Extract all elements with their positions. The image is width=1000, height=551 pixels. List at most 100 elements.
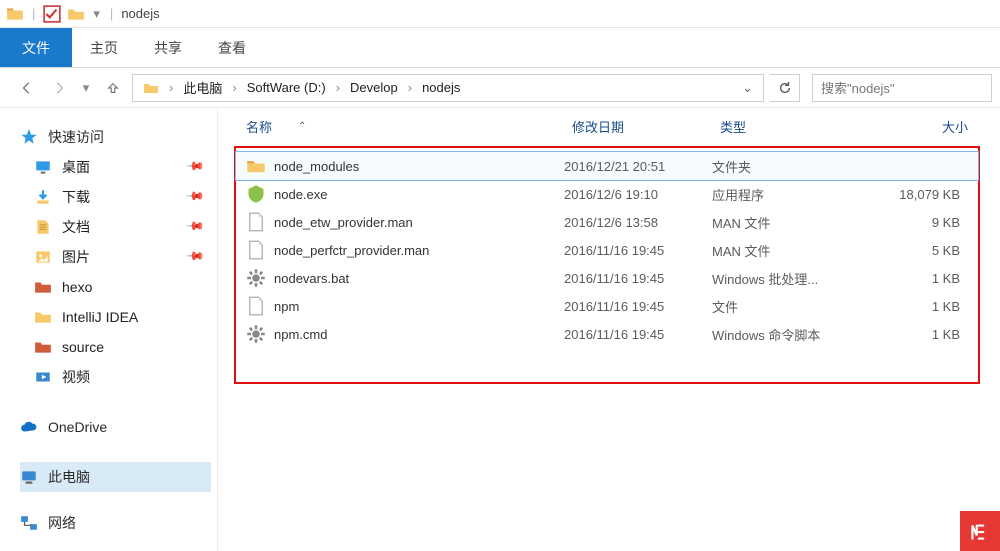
star-icon: [20, 128, 38, 146]
file-row[interactable]: node_modules 2016/12/21 20:51文件夹: [236, 152, 978, 180]
search-placeholder: 搜索"nodejs": [821, 78, 895, 97]
chevron-down-icon[interactable]: ▾: [91, 6, 102, 22]
file-size: 1 KB: [860, 299, 960, 314]
file-date: 2016/11/16 19:45: [564, 299, 712, 314]
sidebar-item[interactable]: 图片📌: [20, 242, 211, 272]
file-name: node_perfctr_provider.man: [274, 243, 429, 258]
network-icon: [20, 514, 38, 532]
file-date: 2016/12/6 19:10: [564, 187, 712, 202]
file-name: node.exe: [274, 187, 328, 202]
chevron-right-icon[interactable]: ›: [406, 80, 414, 95]
file-row[interactable]: nodevars.bat2016/11/16 19:45Windows 批处理.…: [236, 264, 978, 292]
sidebar-network[interactable]: 网络: [20, 508, 211, 538]
tab-file[interactable]: 文件: [0, 28, 72, 67]
nav-recent-button[interactable]: ▾: [78, 75, 94, 101]
file-list: 名称 ⌃ 修改日期 类型 大小 node_modules 2016/12/21 2…: [218, 108, 1000, 551]
sidebar-this-pc[interactable]: 此电脑: [20, 462, 211, 492]
separator: |: [32, 6, 35, 21]
file-row[interactable]: npm.cmd2016/11/16 19:45Windows 命令脚本1 KB: [236, 320, 978, 348]
gear-icon: [246, 268, 266, 288]
sidebar-quick-access[interactable]: 快速访问: [20, 122, 211, 152]
sidebar-item[interactable]: hexo: [20, 272, 211, 302]
file-size: 1 KB: [860, 271, 960, 286]
file-row[interactable]: node_etw_provider.man2016/12/6 13:58MAN …: [236, 208, 978, 236]
download-icon: [34, 188, 52, 206]
desktop-icon: [34, 158, 52, 176]
folder-red-icon: [34, 338, 52, 356]
file-name: node_modules: [274, 159, 359, 174]
address-bar[interactable]: › 此电脑 › SoftWare (D:) › Develop › nodejs…: [132, 74, 764, 102]
folder-icon: [246, 156, 266, 176]
breadcrumb-item[interactable]: 此电脑: [177, 75, 228, 101]
file-date: 2016/11/16 19:45: [564, 327, 712, 342]
nav-bar: ▾ › 此电脑 › SoftWare (D:) › Develop › node…: [0, 68, 1000, 108]
cloud-icon: [20, 418, 38, 436]
file-icon: [246, 296, 266, 316]
breadcrumb-item[interactable]: Develop: [344, 75, 404, 101]
sidebar-label: 网络: [48, 513, 76, 533]
file-row[interactable]: node_perfctr_provider.man 2016/11/16 19:4…: [236, 236, 978, 264]
sidebar-item[interactable]: 视频: [20, 362, 211, 392]
column-header-date[interactable]: 修改日期: [572, 117, 720, 136]
nav-forward-button[interactable]: [46, 75, 72, 101]
file-type: 文件: [712, 297, 860, 316]
exe-icon: [246, 184, 266, 204]
checkbox-icon[interactable]: [43, 5, 61, 23]
file-date: 2016/11/16 19:45: [564, 243, 712, 258]
highlight-box: node_modules 2016/12/21 20:51文件夹 node.exe 2…: [234, 146, 980, 384]
nav-back-button[interactable]: [14, 75, 40, 101]
sidebar-item-label: IntelliJ IDEA: [62, 309, 138, 325]
column-header-size[interactable]: 大小: [868, 117, 968, 136]
file-row[interactable]: npm 2016/11/16 19:45文件1 KB: [236, 292, 978, 320]
picture-icon: [34, 248, 52, 266]
file-date: 2016/12/21 20:51: [564, 159, 712, 174]
pin-icon: 📌: [185, 246, 205, 266]
tab-share[interactable]: 共享: [136, 28, 200, 67]
file-icon: [246, 212, 266, 232]
chevron-right-icon[interactable]: ›: [230, 80, 238, 95]
chevron-right-icon[interactable]: ›: [167, 80, 175, 95]
folder-yellow-icon: [34, 308, 52, 326]
sidebar-item-label: hexo: [62, 279, 92, 295]
pin-icon: 📌: [185, 156, 205, 176]
folder-small-icon[interactable]: [67, 5, 85, 23]
watermark-logo: [960, 511, 1000, 551]
sidebar-item-label: source: [62, 339, 104, 355]
chevron-right-icon[interactable]: ›: [334, 80, 342, 95]
sidebar-item[interactable]: 下载📌: [20, 182, 211, 212]
file-type: Windows 批处理...: [712, 269, 860, 288]
computer-icon: [20, 468, 38, 486]
breadcrumb-item[interactable]: SoftWare (D:): [241, 75, 332, 101]
sidebar-label: 快速访问: [48, 127, 104, 147]
refresh-button[interactable]: [770, 74, 800, 102]
video-icon: [34, 368, 52, 386]
search-input[interactable]: 搜索"nodejs": [812, 74, 992, 102]
sidebar-item[interactable]: 桌面 📌: [20, 152, 211, 182]
breadcrumb-root-icon[interactable]: [137, 75, 165, 101]
breadcrumb-item[interactable]: nodejs: [416, 75, 466, 101]
sidebar-label: 此电脑: [48, 467, 90, 487]
file-name: node_etw_provider.man: [274, 215, 413, 230]
sidebar-item[interactable]: source: [20, 332, 211, 362]
sidebar-item-label: 下载: [62, 187, 90, 207]
tab-view[interactable]: 查看: [200, 28, 264, 67]
column-header-name[interactable]: 名称 ⌃: [246, 117, 572, 136]
file-date: 2016/12/6 13:58: [564, 215, 712, 230]
file-name: nodevars.bat: [274, 271, 349, 286]
file-row[interactable]: node.exe 2016/12/6 19:10应用程序18,079 KB: [236, 180, 978, 208]
tab-home[interactable]: 主页: [72, 28, 136, 67]
sidebar-item-label: 桌面: [62, 157, 90, 177]
address-dropdown-icon[interactable]: ⌄: [736, 80, 759, 96]
file-size: 18,079 KB: [860, 187, 960, 202]
sidebar-onedrive[interactable]: OneDrive: [20, 412, 211, 442]
file-size: 9 KB: [860, 215, 960, 230]
file-name: npm: [274, 299, 299, 314]
column-header-type[interactable]: 类型: [720, 117, 868, 136]
window-title: nodejs: [121, 6, 159, 21]
sidebar-item[interactable]: IntelliJ IDEA: [20, 302, 211, 332]
sidebar-item[interactable]: 文档📌: [20, 212, 211, 242]
file-type: 应用程序: [712, 185, 860, 204]
nav-up-button[interactable]: [100, 75, 126, 101]
file-type: 文件夹: [712, 157, 860, 176]
file-size: 1 KB: [860, 327, 960, 342]
